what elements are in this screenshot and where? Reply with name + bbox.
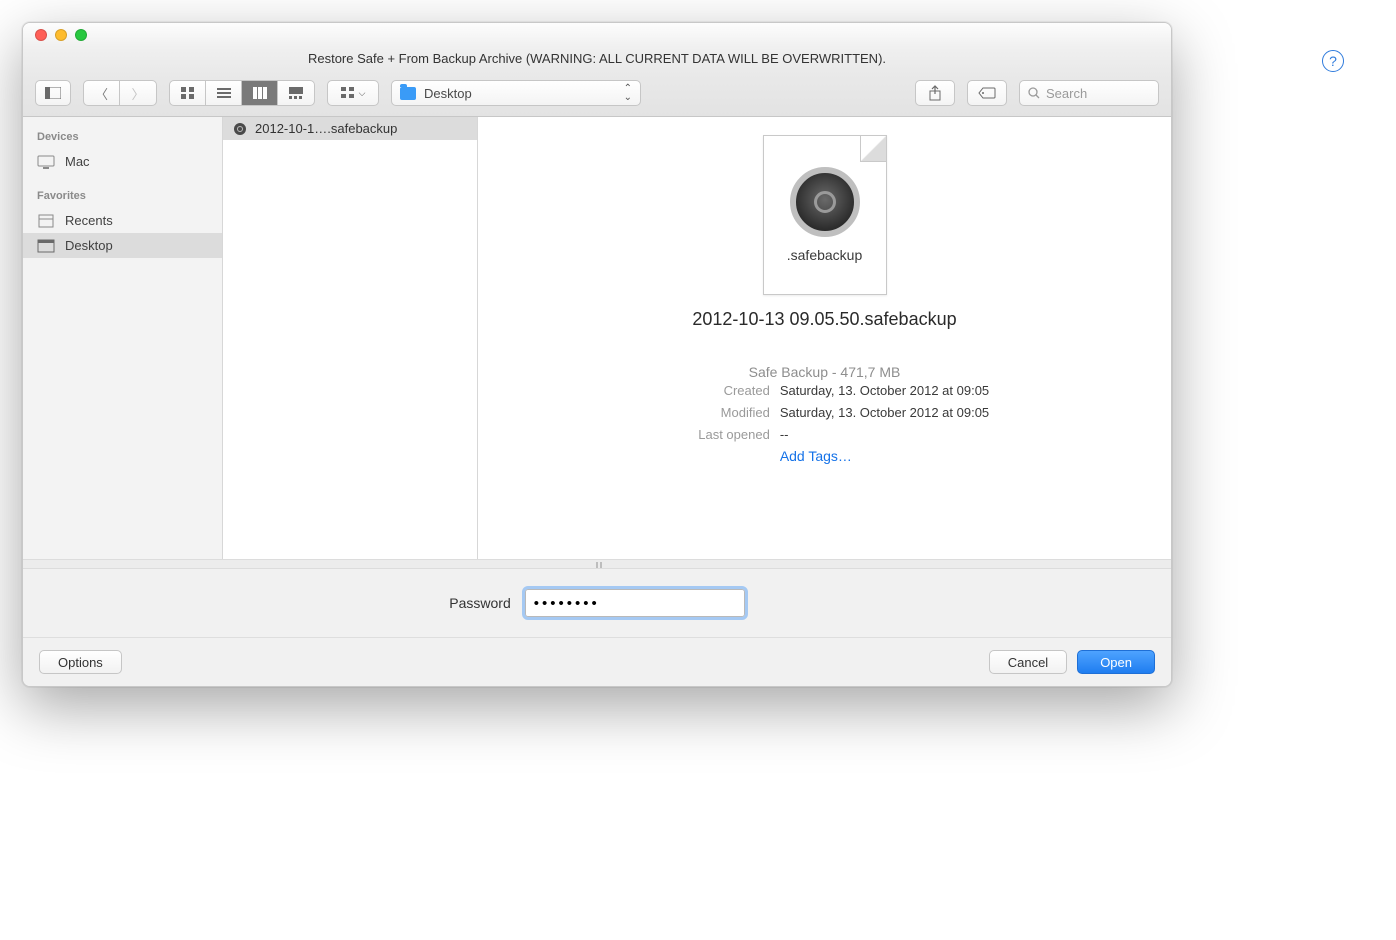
dialog-footer: Options Cancel Open (23, 638, 1171, 686)
created-value: Saturday, 13. October 2012 at 09:05 (780, 380, 989, 402)
preview-type-size: Safe Backup - 471,7 MB (660, 364, 989, 380)
gallery-icon (289, 87, 303, 99)
lastopened-label: Last opened (660, 424, 770, 446)
view-gallery-button[interactable] (278, 81, 314, 105)
help-icon: ? (1329, 53, 1337, 69)
password-input[interactable] (525, 589, 745, 617)
file-row[interactable]: 2012-10-1….safebackup (223, 117, 477, 140)
chevron-down-icon: ⌵ (359, 88, 366, 99)
view-list-button[interactable] (206, 81, 242, 105)
page-fold-icon (860, 136, 886, 162)
sidebar-header-devices: Devices (23, 125, 222, 149)
window-close-button[interactable] (35, 29, 47, 41)
updown-chevron-icon: ⌃⌄ (624, 84, 632, 102)
toolbar: 〈 〉 ⌵ Desktop ⌃⌄ Search (23, 74, 1171, 117)
modified-label: Modified (660, 402, 770, 424)
sidebar: Devices Mac Favorites Recents Desktop (23, 117, 223, 559)
chevron-left-icon: 〈 (95, 84, 108, 103)
sidebar-item-label: Desktop (65, 238, 113, 253)
created-label: Created (660, 380, 770, 402)
window-minimize-button[interactable] (55, 29, 67, 41)
group-icon (341, 87, 355, 99)
sidebar-item-label: Recents (65, 213, 113, 228)
tags-button[interactable] (967, 80, 1007, 106)
search-field[interactable]: Search (1019, 80, 1159, 106)
chevron-right-icon: 〉 (131, 84, 144, 103)
back-button[interactable]: 〈 (84, 81, 120, 105)
options-button[interactable]: Options (39, 650, 122, 674)
search-icon (1028, 87, 1040, 99)
safe-dial-icon (790, 167, 860, 237)
file-extension-label: .safebackup (787, 247, 863, 263)
share-icon (928, 85, 942, 101)
sidebar-item-label: Mac (65, 154, 90, 169)
window-zoom-button[interactable] (75, 29, 87, 41)
sidebar-header-favorites: Favorites (23, 184, 222, 208)
password-label: Password (449, 595, 510, 611)
list-icon (217, 87, 231, 99)
preview-pane: .safebackup 2012-10-13 09.05.50.safeback… (478, 117, 1171, 559)
nav-back-forward: 〈 〉 (83, 80, 157, 106)
tag-icon (978, 87, 996, 99)
view-icons-button[interactable] (170, 81, 206, 105)
window-title: Restore Safe + From Backup Archive (WARN… (23, 47, 1171, 74)
grid-icon (181, 87, 195, 99)
modified-value: Saturday, 13. October 2012 at 09:05 (780, 402, 989, 424)
group-by-button[interactable]: ⌵ (327, 80, 379, 106)
titlebar (23, 23, 1171, 47)
lastopened-value: -- (780, 424, 789, 446)
horizontal-splitter[interactable] (23, 559, 1171, 569)
help-button[interactable]: ? (1322, 50, 1344, 72)
file-name: 2012-10-1….safebackup (255, 121, 397, 136)
imac-icon (37, 155, 55, 169)
search-placeholder: Search (1046, 86, 1087, 101)
file-column: 2012-10-1….safebackup (223, 117, 478, 559)
view-mode-segmented (169, 80, 315, 106)
sidebar-icon (45, 87, 61, 99)
columns-icon (253, 87, 267, 99)
recents-icon (37, 214, 55, 228)
open-button[interactable]: Open (1077, 650, 1155, 674)
file-preview-icon: .safebackup (763, 135, 887, 295)
password-row: Password (23, 569, 1171, 638)
folder-icon (400, 87, 416, 100)
path-label: Desktop (424, 86, 472, 101)
share-button[interactable] (915, 80, 955, 106)
desktop-icon (37, 239, 55, 253)
toggle-sidebar-button[interactable] (35, 80, 71, 106)
sidebar-item-desktop[interactable]: Desktop (23, 233, 222, 258)
safe-file-icon (233, 122, 247, 136)
view-columns-button[interactable] (242, 81, 278, 105)
add-tags-link[interactable]: Add Tags… (780, 448, 989, 464)
forward-button[interactable]: 〉 (120, 81, 156, 105)
sidebar-item-mac[interactable]: Mac (23, 149, 222, 174)
preview-metadata: Safe Backup - 471,7 MB Created Saturday,… (660, 358, 989, 464)
path-popup-button[interactable]: Desktop ⌃⌄ (391, 80, 641, 106)
sidebar-item-recents[interactable]: Recents (23, 208, 222, 233)
cancel-button[interactable]: Cancel (989, 650, 1067, 674)
open-dialog-window: Restore Safe + From Backup Archive (WARN… (22, 22, 1172, 687)
content-area: Devices Mac Favorites Recents Desktop 20… (23, 117, 1171, 559)
preview-filename: 2012-10-13 09.05.50.safebackup (692, 309, 956, 330)
